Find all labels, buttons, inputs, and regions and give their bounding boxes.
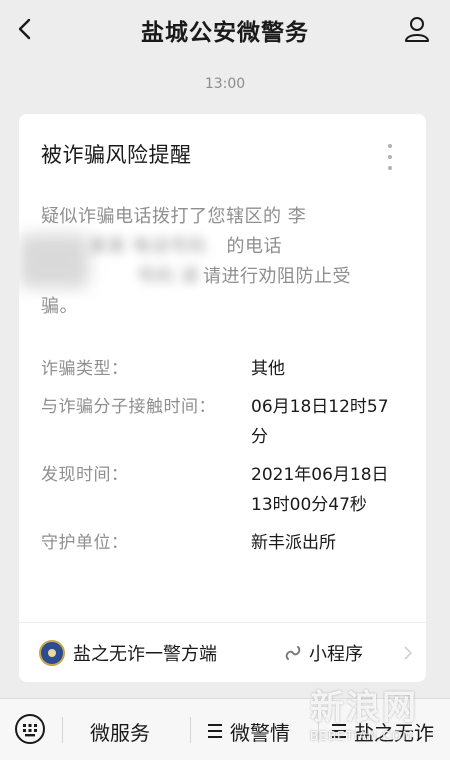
- field-row: 诈骗类型： 其他: [41, 354, 411, 384]
- field-label: 诈骗类型：: [41, 359, 129, 379]
- police-badge-icon: [39, 640, 65, 666]
- field-label: 与诈骗分子接触时间：: [41, 397, 216, 417]
- field-row: 守护单位： 新丰派出所: [41, 528, 411, 558]
- keyboard-icon: [15, 714, 45, 744]
- detail-fields: 诈骗类型： 其他 与诈骗分子接触时间： 06月18日12时57分 发现时间： 2…: [41, 354, 411, 566]
- body-line: 骗。: [41, 296, 78, 317]
- keyboard-toggle-button[interactable]: [14, 713, 46, 745]
- field-row: 与诈骗分子接触时间： 06月18日12时57分: [41, 392, 411, 452]
- more-options-button[interactable]: [384, 144, 396, 174]
- chevron-right-icon: [404, 646, 412, 660]
- field-value: 06月18日12时57分: [251, 397, 389, 447]
- mini-program-label: 小程序: [309, 644, 363, 665]
- redacted-text: 某某 电话号码: [89, 236, 207, 257]
- profile-button[interactable]: [402, 14, 432, 44]
- field-label: 发现时间：: [41, 465, 129, 485]
- field-value: 新丰派出所: [251, 533, 336, 553]
- header-bar: 盐城公安微警务: [0, 0, 450, 60]
- menu-item-micro-service[interactable]: 微服务: [90, 717, 150, 746]
- mini-program-footer[interactable]: 盐之无诈一警方端 小程序: [39, 636, 412, 672]
- redacted-text: 号码 请: [137, 266, 199, 287]
- field-value: 2021年06月18日13时00分47秒: [251, 465, 389, 515]
- body-text: 的电话: [226, 236, 282, 257]
- card-divider: [19, 622, 426, 623]
- body-text: 请进行劝阻防止受: [203, 266, 351, 287]
- card-title: 被诈骗风险提醒: [41, 143, 192, 167]
- field-value: 其他: [251, 359, 285, 379]
- card-message-body: 疑似诈骗电话拨打了您辖区的 李 某某 电话号码 的电话 号码 请 请进行劝阻防止…: [19, 202, 386, 322]
- more-dot-icon: [388, 166, 392, 170]
- message-timestamp: 13:00: [204, 76, 246, 92]
- watermark-text: 新浪网: [310, 688, 418, 728]
- menu-item-label: 微警情: [230, 721, 290, 745]
- watermark-subtext: BEBETIAN.COM: [310, 729, 414, 743]
- more-dot-icon: [388, 155, 392, 159]
- menu-separator: [190, 717, 191, 743]
- page-title: 盐城公安微警务: [141, 20, 309, 46]
- field-label: 守护单位：: [41, 533, 129, 553]
- site-watermark: 新浪网 BEBETIAN.COM: [310, 680, 440, 750]
- more-dot-icon: [388, 144, 392, 148]
- mini-program-name: 盐之无诈一警方端: [73, 644, 217, 665]
- menu-lines-icon: [208, 724, 222, 738]
- person-icon: [405, 17, 429, 42]
- alert-card[interactable]: 被诈骗风险提醒 疑似诈骗电话拨打了您辖区的 李 某某 电话号码 的电话 号码 请…: [19, 114, 426, 682]
- menu-separator: [62, 717, 63, 743]
- app-root: 盐城公安微警务 13:00 被诈骗风险提醒 疑似诈骗电话拨打了您辖区的 李 某某…: [0, 0, 450, 760]
- body-line: 疑似诈骗电话拨打了您辖区的 李: [41, 206, 307, 227]
- field-row: 发现时间： 2021年06月18日13时00分47秒: [41, 460, 411, 520]
- body-line: 某某 电话号码 的电话: [19, 232, 386, 288]
- body-line: 号码 请 请进行劝阻防止受: [41, 262, 386, 292]
- mini-program-link-icon: [285, 646, 301, 660]
- menu-item-police-info[interactable]: 微警情: [208, 717, 290, 746]
